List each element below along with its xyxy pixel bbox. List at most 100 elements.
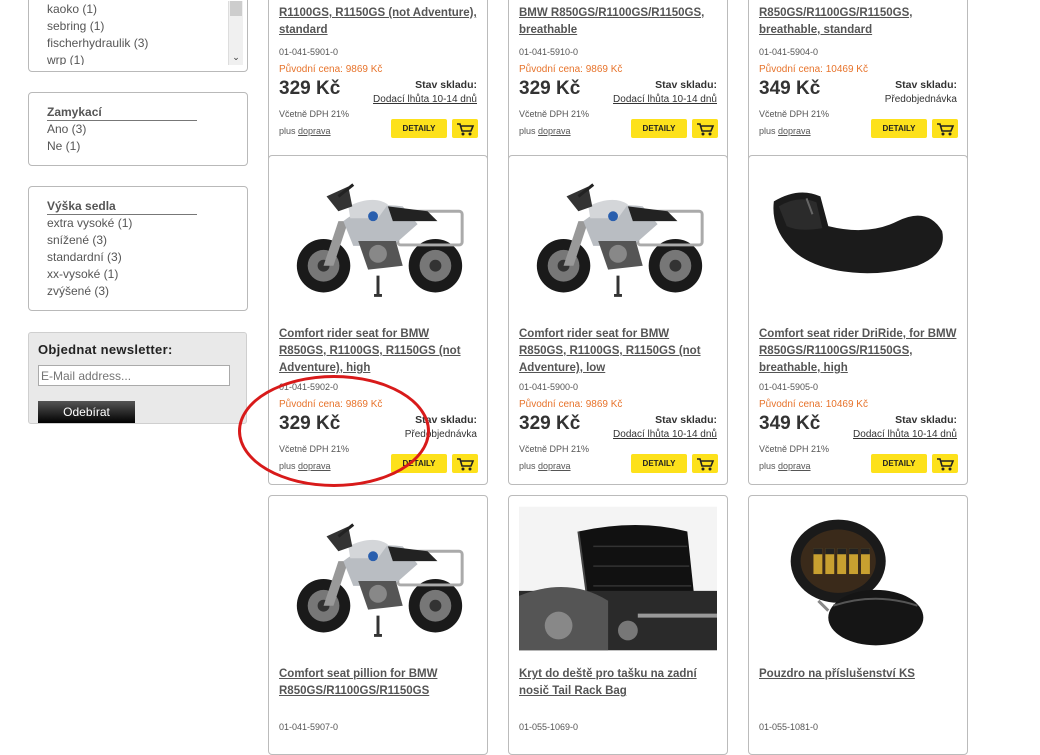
shipping-note: plus doprava [759,126,811,136]
product-image[interactable] [759,506,957,651]
add-to-cart-button[interactable] [932,119,958,138]
shipping-prefix: plus [759,126,779,136]
product-title-link[interactable]: Pouzdro na příslušenství KS [759,666,959,683]
product-code: 01-041-5902-0 [279,382,339,392]
product-title-link[interactable]: Comfort rider seat for BMW R850GS, R1100… [279,326,479,377]
shipping-link[interactable]: doprava [778,126,811,136]
product-title-link[interactable]: R1100GS, R1150GS (not Adventure), standa… [279,5,479,39]
shipping-prefix: plus [519,461,539,471]
filter-option[interactable]: zvýšené (3) [47,283,247,300]
scrollbar-thumb[interactable] [230,1,242,16]
product-card: Comfort rider seat for BMW R850GS, R1100… [508,155,728,485]
shipping-link[interactable]: doprava [538,461,571,471]
stock-label: Stav skladu: [895,414,957,426]
details-button[interactable]: DETAILY [871,454,927,473]
product-card: Comfort seat rider DriRide, for BMW R850… [748,155,968,485]
filter-option[interactable]: xx-vysoké (1) [47,266,247,283]
product-price: 329 Kč [519,78,581,99]
newsletter-box: Objednat newsletter: Odebírat [28,332,247,424]
filter-brand-box: kaoko (1) sebring (1) fischerhydraulik (… [28,0,248,72]
cart-icon [932,458,958,477]
vat-note: Včetně DPH 21% [759,109,830,119]
filter-option[interactable]: Ne (1) [47,138,247,155]
product-price: 329 Kč [279,413,341,434]
product-code: 01-041-5910-0 [519,47,579,57]
stock-label: Stav skladu: [655,79,717,91]
add-to-cart-button[interactable] [932,454,958,473]
details-button[interactable]: DETAILY [871,119,927,138]
product-price: 349 Kč [759,413,821,434]
product-card: Pouzdro na příslušenství KS 01-055-1081-0 [748,495,968,755]
product-title-link[interactable]: Comfort seat pillion for BMW R850GS/R110… [279,666,479,700]
shipping-link[interactable]: doprava [298,126,331,136]
original-price: Původní cena: 10469 Kč [759,64,868,75]
filter-option[interactable]: kaoko (1) [29,1,241,18]
stock-status: Předobjednávka [884,94,957,105]
stock-label: Stav skladu: [415,79,477,91]
filter-option[interactable]: wrp (1) [29,52,241,65]
add-to-cart-button[interactable] [692,454,718,473]
details-button[interactable]: DETAILY [631,454,687,473]
original-price: Původní cena: 9869 Kč [279,399,383,410]
stock-label: Stav skladu: [655,414,717,426]
filter-option[interactable]: snížené (3) [47,232,247,249]
original-price: Původní cena: 9869 Kč [279,64,383,75]
email-input[interactable] [38,365,230,386]
product-image[interactable] [759,166,957,311]
shipping-link[interactable]: doprava [298,461,331,471]
stock-label: Stav skladu: [895,79,957,91]
brand-list[interactable]: kaoko (1) sebring (1) fischerhydraulik (… [29,1,241,65]
product-code: 01-041-5905-0 [759,382,819,392]
vat-note: Včetně DPH 21% [279,444,350,454]
details-button[interactable]: DETAILY [391,454,447,473]
product-image[interactable] [279,166,477,311]
product-title-link[interactable]: R850GS/R1100GS/R1150GS, breathable, stan… [759,5,959,39]
product-price: 349 Kč [759,78,821,99]
shipping-prefix: plus [759,461,779,471]
cart-icon [932,123,958,142]
details-button[interactable]: DETAILY [391,119,447,138]
brand-list-scrollbar[interactable]: ⌄ [228,1,243,65]
shipping-link[interactable]: doprava [778,461,811,471]
shipping-note: plus doprava [519,126,571,136]
cart-icon [452,458,478,477]
product-image[interactable] [279,506,477,651]
product-title-link[interactable]: BMW R850GS/R1100GS/R1150GS, breathable [519,5,719,39]
add-to-cart-button[interactable] [692,119,718,138]
shipping-link[interactable]: doprava [538,126,571,136]
stock-status[interactable]: Dodací lhůta 10-14 dnů [373,94,477,105]
product-title-link[interactable]: Comfort rider seat for BMW R850GS, R1100… [519,326,719,377]
details-button[interactable]: DETAILY [631,119,687,138]
filter-option[interactable]: sebring (1) [29,18,241,35]
stock-status[interactable]: Dodací lhůta 10-14 dnů [613,429,717,440]
product-image[interactable] [519,166,717,311]
newsletter-title: Objednat newsletter: [38,342,173,357]
original-price: Původní cena: 9869 Kč [519,64,623,75]
stock-status: Předobjednávka [404,429,477,440]
product-image[interactable] [519,506,717,651]
filter-vyska-sedla-box: Výška sedla extra vysoké (1) snížené (3)… [28,186,248,311]
stock-status[interactable]: Dodací lhůta 10-14 dnů [613,94,717,105]
product-price: 329 Kč [279,78,341,99]
product-code: 01-055-1081-0 [759,722,819,732]
cart-icon [692,123,718,142]
product-title-link[interactable]: Kryt do deště pro tašku na zadní nosič T… [519,666,719,700]
add-to-cart-button[interactable] [452,454,478,473]
add-to-cart-button[interactable] [452,119,478,138]
chevron-down-icon[interactable]: ⌄ [229,52,243,63]
filter-option[interactable]: standardní (3) [47,249,247,266]
subscribe-button[interactable]: Odebírat [38,401,135,423]
shipping-note: plus doprava [279,461,331,471]
product-card: Kryt do deště pro tašku na zadní nosič T… [508,495,728,755]
product-code: 01-041-5904-0 [759,47,819,57]
product-card: Comfort rider seat for BMW R850GS, R1100… [268,155,488,485]
product-code: 01-041-5901-0 [279,47,339,57]
vat-note: Včetně DPH 21% [519,444,590,454]
vat-note: Včetně DPH 21% [519,109,590,119]
original-price: Původní cena: 9869 Kč [519,399,623,410]
stock-status[interactable]: Dodací lhůta 10-14 dnů [853,429,957,440]
filter-option[interactable]: fischerhydraulik (3) [29,35,241,52]
filter-option[interactable]: Ano (3) [47,121,247,138]
filter-option[interactable]: extra vysoké (1) [47,215,247,232]
product-title-link[interactable]: Comfort seat rider DriRide, for BMW R850… [759,326,959,377]
